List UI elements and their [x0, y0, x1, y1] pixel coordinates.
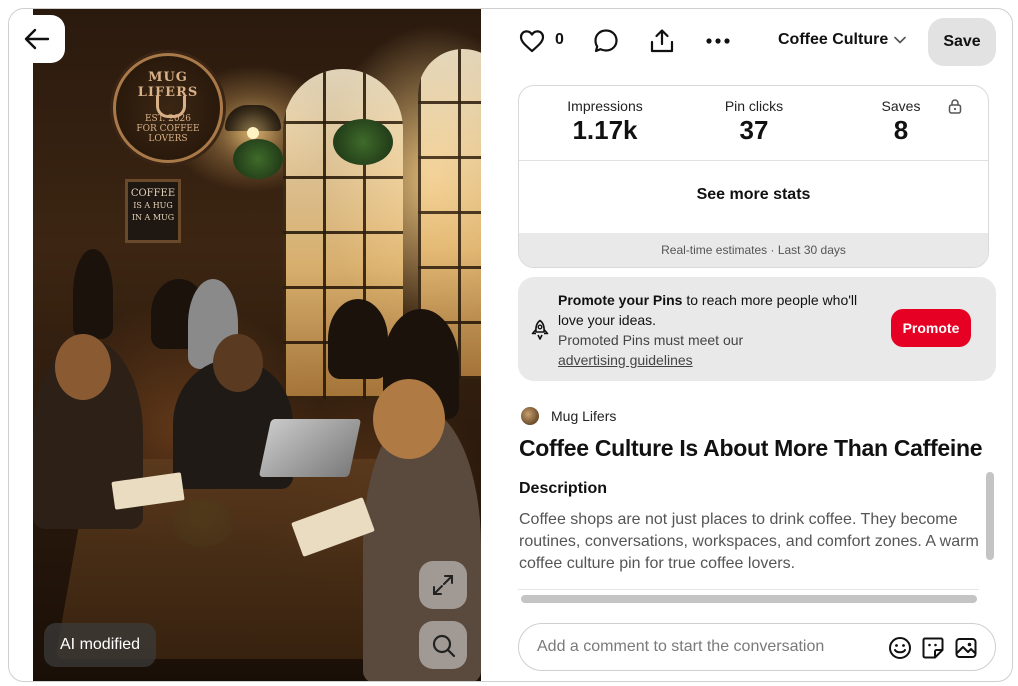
- image-icon: [955, 638, 977, 658]
- patron-head: [55, 334, 111, 400]
- patron-head: [373, 379, 445, 459]
- pin-details-panel: 0 Coffee Culture Save Impressions 1.17k: [481, 9, 1012, 681]
- ellipsis-icon: [706, 38, 730, 44]
- description-heading: Description: [519, 480, 608, 497]
- smiley-icon: [889, 637, 911, 659]
- promote-card: Promote your Pins to reach more people w…: [518, 277, 996, 381]
- speech-bubble-icon: [594, 29, 618, 53]
- avatar[interactable]: [521, 407, 539, 425]
- sticker-button[interactable]: [920, 635, 946, 661]
- promote-text: Promote your Pins to reach more people w…: [558, 292, 858, 368]
- hanging-plant: [233, 139, 283, 179]
- laptop: [258, 419, 362, 477]
- board-selector[interactable]: Coffee Culture: [778, 31, 907, 49]
- chalkboard: COFFEE IS A HUG IN A MUG: [125, 179, 181, 243]
- creator-name[interactable]: Mug Lifers: [551, 408, 616, 424]
- comment-input[interactable]: [537, 624, 867, 670]
- see-more-stats-link[interactable]: See more stats: [519, 186, 988, 204]
- promote-button[interactable]: Promote: [891, 309, 971, 347]
- sticker-icon: [922, 637, 944, 659]
- like-count: 0: [555, 31, 564, 48]
- creator-profile[interactable]: Mug Lifers: [521, 407, 616, 425]
- visual-search-button[interactable]: [419, 621, 467, 669]
- pin-image[interactable]: MUG LIFERS EST. 2026 FOR COFFEE LOVERS CO…: [33, 9, 481, 681]
- advertising-guidelines-link[interactable]: advertising guidelines: [558, 352, 693, 368]
- lens-search-icon: [432, 634, 456, 658]
- stat-impressions: Impressions 1.17k: [567, 98, 643, 145]
- cafe-sign-logo: MUG LIFERS EST. 2026 FOR COFFEE LOVERS: [113, 53, 223, 163]
- stat-pin-clicks: Pin clicks 37: [724, 98, 784, 145]
- rocket-icon: [530, 319, 550, 346]
- more-options-button[interactable]: [703, 26, 733, 56]
- divider: [518, 589, 979, 590]
- comment-box: [518, 623, 996, 671]
- ai-modified-badge[interactable]: AI modified: [44, 623, 157, 667]
- chevron-down-icon: [894, 36, 907, 44]
- stats-footer: Real-time estimates · Last 30 days: [519, 233, 988, 267]
- like-button[interactable]: [517, 26, 547, 56]
- pin-stats-card: Impressions 1.17k Pin clicks 37 Saves 8 …: [518, 85, 989, 268]
- expand-button[interactable]: [419, 561, 467, 609]
- heart-icon: [519, 30, 545, 53]
- share-button[interactable]: [647, 26, 677, 56]
- arrow-left-icon: [24, 28, 50, 50]
- hanging-plant: [333, 119, 393, 165]
- sign-subtitle: EST. 2026 FOR COFFEE LOVERS: [136, 114, 200, 144]
- divider: [519, 160, 988, 161]
- back-button[interactable]: [9, 15, 65, 63]
- lock-icon: [947, 98, 963, 119]
- pin-toolbar: 0 Coffee Culture Save: [481, 9, 1012, 75]
- share-icon: [650, 29, 674, 53]
- emoji-button[interactable]: [887, 635, 913, 661]
- patron: [328, 299, 388, 379]
- horizontal-scrollbar[interactable]: [521, 595, 977, 603]
- patron: [73, 249, 113, 339]
- save-button[interactable]: Save: [928, 18, 996, 66]
- pin-description: Coffee shops are not just places to drin…: [519, 511, 979, 572]
- patron-head: [213, 334, 263, 392]
- expand-icon: [433, 575, 453, 595]
- comment-button[interactable]: [591, 26, 621, 56]
- pin-closeup-window: MUG LIFERS EST. 2026 FOR COFFEE LOVERS CO…: [8, 8, 1013, 682]
- vertical-scrollbar[interactable]: [986, 472, 994, 560]
- pendant-lamp: [225, 105, 281, 139]
- image-upload-button[interactable]: [953, 635, 979, 661]
- pin-title: Coffee Culture Is About More Than Caffei…: [519, 435, 983, 461]
- board-selector-label: Coffee Culture: [778, 31, 889, 48]
- stat-saves: Saves 8: [881, 98, 921, 145]
